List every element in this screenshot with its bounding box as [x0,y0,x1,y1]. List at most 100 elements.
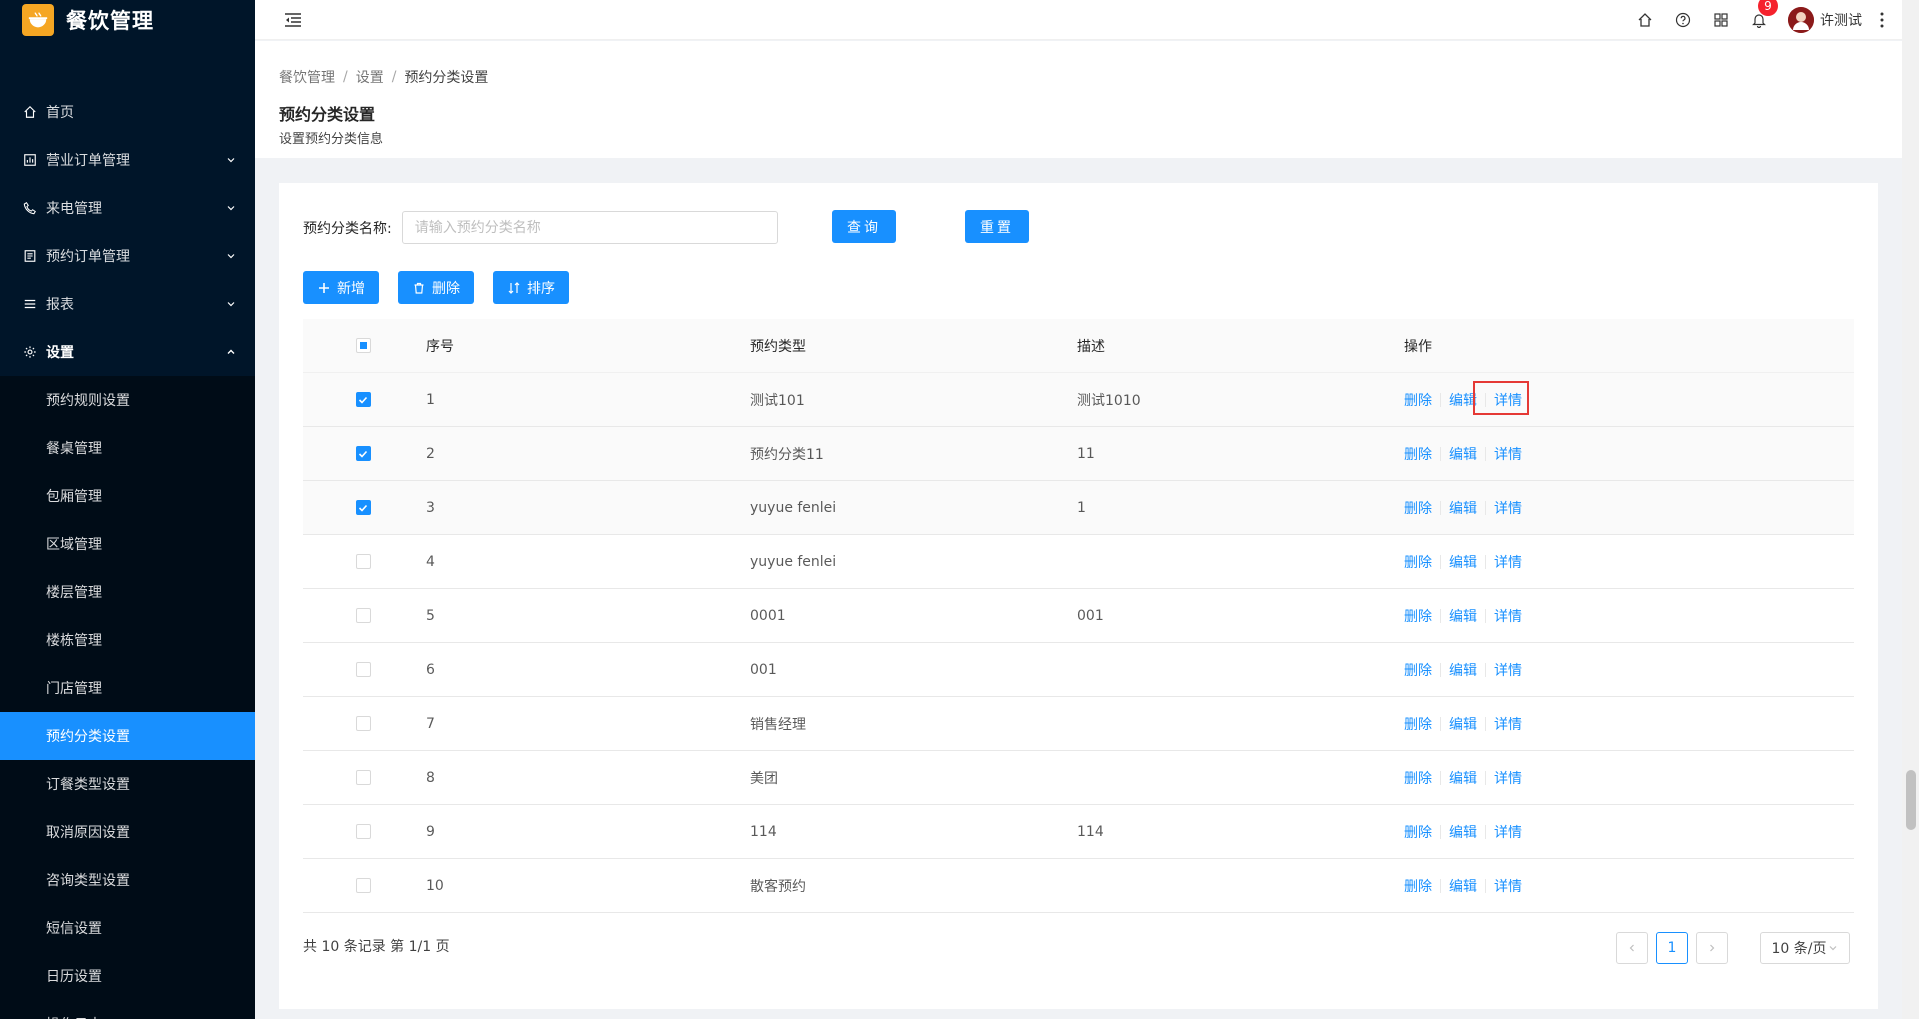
reset-button[interactable]: 重置 [965,210,1029,243]
table-header: 序号 预约类型 描述 操作 [303,319,1854,373]
help-button[interactable] [1664,0,1702,40]
row-delete-link[interactable]: 删除 [1404,660,1432,680]
sidebar-subitem-active[interactable]: 预约分类设置 [0,712,255,760]
sidebar-subitem[interactable]: 日历设置 [0,952,255,1000]
row-checkbox[interactable] [355,392,371,407]
sidebar-item-reservation-orders[interactable]: 预约订单管理 [0,232,255,280]
apps-button[interactable] [1702,0,1740,40]
select-all-checkbox[interactable] [355,338,371,353]
divider [1485,392,1486,407]
page-number-button[interactable]: 1 [1656,932,1688,964]
row-checkbox[interactable] [355,878,371,893]
cell-ops: 删除 编辑 详情 [1404,822,1854,842]
sidebar-subitem[interactable]: 咨询类型设置 [0,856,255,904]
row-edit-link[interactable]: 编辑 [1449,768,1477,788]
sidebar-item-reports[interactable]: 报表 [0,280,255,328]
breadcrumb-item[interactable]: 餐饮管理 [279,67,335,87]
row-delete-link[interactable]: 删除 [1404,498,1432,518]
page-size-select[interactable]: 10 条/页 [1760,932,1850,964]
add-button[interactable]: 新增 [303,271,379,304]
add-button-label: 新增 [337,280,365,297]
cell-no: 7 [426,715,435,732]
row-checkbox[interactable] [355,608,371,623]
delete-button[interactable]: 删除 [398,271,474,304]
breadcrumb: 餐饮管理 / 设置 / 预约分类设置 [279,67,1902,87]
row-detail-link[interactable]: 详情 [1494,714,1522,734]
row-delete-link[interactable]: 删除 [1404,714,1432,734]
notification-button[interactable]: 9 [1740,0,1778,40]
row-detail-link[interactable]: 详情 [1494,444,1522,464]
row-detail-link[interactable]: 详情 [1494,768,1522,788]
row-delete-link[interactable]: 删除 [1404,444,1432,464]
cell-ops: 删除 编辑 详情 [1404,660,1854,680]
row-delete-link[interactable]: 删除 [1404,390,1432,410]
sidebar-item-settings[interactable]: 设置 [0,328,255,376]
row-checkbox[interactable] [355,824,371,839]
row-detail-link[interactable]: 详情 [1494,390,1522,410]
home-button[interactable] [1626,0,1664,40]
row-delete-link[interactable]: 删除 [1404,606,1432,626]
row-checkbox[interactable] [355,770,371,785]
page-scrollbar[interactable] [1902,0,1919,1019]
divider [1440,662,1441,677]
row-edit-link[interactable]: 编辑 [1449,498,1477,518]
search-input[interactable] [401,211,778,244]
sidebar-subitem[interactable]: 取消原因设置 [0,808,255,856]
row-checkbox[interactable] [355,716,371,731]
table-row: 4 yuyue fenlei 删除 编辑 详情 [303,535,1854,589]
sidebar-subitem[interactable]: 餐桌管理 [0,424,255,472]
row-edit-link[interactable]: 编辑 [1449,714,1477,734]
cell-type: 测试101 [750,392,805,409]
sidebar-subitem[interactable]: 区域管理 [0,520,255,568]
sidebar-subitem[interactable]: 预约规则设置 [0,376,255,424]
row-checkbox[interactable] [355,500,371,515]
row-delete-link[interactable]: 删除 [1404,822,1432,842]
prev-page-button[interactable] [1616,932,1648,964]
sidebar-subitem[interactable]: 楼层管理 [0,568,255,616]
sidebar-item-calls[interactable]: 来电管理 [0,184,255,232]
row-edit-link[interactable]: 编辑 [1449,660,1477,680]
row-delete-link[interactable]: 删除 [1404,552,1432,572]
header-checkbox-cell [303,338,423,353]
row-delete-link[interactable]: 删除 [1404,876,1432,896]
user-menu[interactable]: 许测试 [1788,6,1862,33]
cell-no: 5 [426,607,435,624]
row-edit-link[interactable]: 编辑 [1449,444,1477,464]
row-detail-link[interactable]: 详情 [1494,660,1522,680]
row-detail-link[interactable]: 详情 [1494,552,1522,572]
row-checkbox[interactable] [355,554,371,569]
row-detail-link[interactable]: 详情 [1494,606,1522,626]
sidebar-subitem[interactable]: 包厢管理 [0,472,255,520]
more-button[interactable] [1872,0,1892,40]
row-detail-link[interactable]: 详情 [1494,822,1522,842]
row-edit-link[interactable]: 编辑 [1449,606,1477,626]
logo[interactable]: 餐饮管理 [0,0,255,40]
row-edit-link[interactable]: 编辑 [1449,822,1477,842]
chevron-down-icon [225,298,237,310]
next-page-button[interactable] [1696,932,1728,964]
sidebar: 餐饮管理 首页 营业订单管理 来电管理 预约订单管理 报表 设置 预约规则设置 … [0,0,255,1019]
row-checkbox-cell [303,500,423,515]
row-edit-link[interactable]: 编辑 [1449,876,1477,896]
row-delete-link[interactable]: 删除 [1404,768,1432,788]
row-edit-link[interactable]: 编辑 [1449,390,1477,410]
trash-icon [412,281,426,295]
sidebar-item-business-orders[interactable]: 营业订单管理 [0,136,255,184]
cell-ops: 删除 编辑 详情 [1404,714,1854,734]
row-edit-link[interactable]: 编辑 [1449,552,1477,572]
menu-fold-button[interactable] [278,5,308,35]
row-detail-link[interactable]: 详情 [1494,876,1522,896]
sidebar-subitem[interactable]: 短信设置 [0,904,255,952]
sort-button[interactable]: 排序 [493,271,569,304]
sidebar-item-home[interactable]: 首页 [0,88,255,136]
row-detail-link[interactable]: 详情 [1494,498,1522,518]
row-checkbox[interactable] [355,446,371,461]
sidebar-subitem[interactable]: 门店管理 [0,664,255,712]
sidebar-subitem[interactable]: 楼栋管理 [0,616,255,664]
query-button[interactable]: 查询 [832,210,896,243]
breadcrumb-item[interactable]: 设置 [356,67,384,87]
sidebar-subitem[interactable]: 操作日志 [0,1000,255,1019]
row-checkbox[interactable] [355,662,371,677]
scrollbar-thumb[interactable] [1906,770,1916,830]
sidebar-subitem[interactable]: 订餐类型设置 [0,760,255,808]
